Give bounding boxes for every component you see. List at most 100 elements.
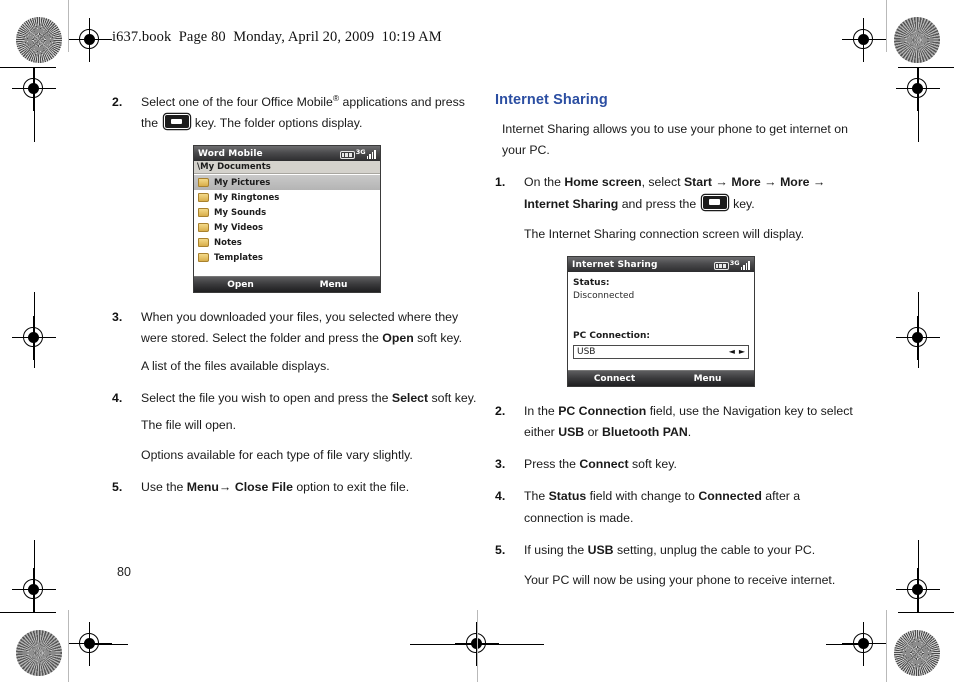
section-intro: Internet Sharing allows you to use your … (502, 122, 848, 158)
trim-mark-mid-left (34, 292, 36, 368)
battery-icon (339, 150, 355, 159)
folder-icon (198, 178, 209, 188)
step-text-part: , select (641, 175, 684, 190)
step-number: 4. (495, 489, 506, 504)
trim-mark-top-left (0, 67, 56, 69)
signal-icon (366, 149, 376, 159)
list-item[interactable]: Templates (194, 250, 380, 265)
3g-icon: 3G (355, 148, 366, 157)
softkey-right[interactable]: Menu (287, 280, 380, 290)
trim-mark-lower-right-v (918, 540, 920, 613)
softkey-bar: Connect Menu (568, 370, 754, 387)
list-item[interactable]: My Ringtones (194, 190, 380, 205)
step-text-part: Use the (141, 480, 187, 495)
step-number: 2. (495, 404, 506, 419)
step-item: 4. Select the file you wish to open and … (112, 388, 480, 466)
step-text: The Status field with change to Connecte… (524, 486, 863, 528)
step-text-bold: PC Connection (558, 404, 647, 419)
step-text-part: key. (729, 196, 755, 211)
screen-titlebar: Word Mobile 3G (194, 146, 380, 162)
softkey-left[interactable]: Open (194, 280, 287, 290)
left-column: 2. Select one of the four Office Mobile®… (112, 92, 480, 510)
step-text: Select the file you wish to open and pre… (141, 388, 480, 466)
step-number: 3. (495, 457, 506, 472)
list-item[interactable]: My Pictures (194, 175, 380, 191)
step-subtext: The file will open. (141, 417, 237, 432)
trim-mark-bottom-right (898, 612, 954, 614)
step-text-part: setting, unplug the cable to your PC. (613, 542, 816, 557)
step-text-part: Select the file you wish to open and pre… (141, 390, 392, 405)
step-subtext: A list of the files available displays. (141, 358, 330, 373)
spinner-left-arrow-icon[interactable]: ◄ (729, 348, 735, 356)
trim-mark-right-vertical (918, 67, 920, 142)
trim-mark-bottom-right-rule (826, 644, 864, 646)
internet-sharing-screenshot: Internet Sharing 3G Status: Disconnected… (567, 256, 755, 388)
print-guide-line-bottom-center (477, 610, 478, 682)
step-text: In the PC Connection field, use the Navi… (524, 401, 863, 443)
step-number: 1. (495, 175, 506, 190)
screen-body: Status: Disconnected PC Connection: USB … (568, 272, 754, 371)
running-header: i637.book Page 80 Monday, April 20, 2009… (112, 29, 442, 45)
step-text-bold: Connect (579, 457, 629, 472)
list-item[interactable]: My Sounds (194, 205, 380, 220)
step-text-bold: Start (683, 175, 712, 190)
signal-icon (740, 260, 750, 270)
step-text: On the Home screen, select Start → More … (524, 172, 863, 245)
step-subtext: Your PC will now be using your phone to … (524, 572, 836, 587)
list-item-label: My Pictures (214, 177, 271, 188)
folder-icon (198, 223, 209, 233)
right-column: Internet Sharing Internet Sharing allows… (495, 92, 863, 602)
step-text-part: The (524, 489, 549, 504)
arrow-glyph: → (764, 175, 777, 190)
trim-mark-left-vertical (34, 67, 36, 142)
registration-cross-top-left (68, 18, 112, 62)
list-item[interactable]: My Videos (194, 220, 380, 235)
step-text-bold: More (780, 175, 810, 190)
step-text-bold: Bluetooth PAN (601, 425, 688, 440)
step-text-part: soft key. (413, 331, 463, 346)
step-text-part: option to exit the file. (292, 480, 410, 495)
print-guide-line-bottom-left (68, 610, 69, 682)
folder-icon (198, 208, 209, 218)
trim-mark-lower-left-v (34, 540, 36, 613)
trim-mark-bottom-left (0, 612, 56, 614)
registration-mesh-top-right (894, 17, 940, 63)
print-guide-line-right (886, 0, 887, 52)
list-item-label: My Videos (214, 222, 264, 233)
list-item[interactable]: Notes (194, 235, 380, 250)
step-item: 3. Press the Connect soft key. (495, 454, 863, 475)
step-text-bold: USB (558, 425, 585, 440)
list-item-label: My Ringtones (214, 192, 280, 203)
step-item: 2. Select one of the four Office Mobile®… (112, 92, 480, 134)
registration-mesh-bottom-left (16, 630, 62, 676)
softkey-right[interactable]: Menu (661, 374, 754, 384)
status-value: Disconnected (573, 291, 635, 302)
step-text-bold: Close File (234, 480, 293, 495)
spinner-right-arrow-icon[interactable]: ► (739, 348, 745, 356)
step-text-bold: More (731, 175, 761, 190)
screen-title: Word Mobile (198, 148, 263, 159)
step-item: 3. When you downloaded your files, you s… (112, 307, 480, 376)
trim-mark-bottom-left-rule (90, 644, 128, 646)
softkey-left[interactable]: Connect (568, 374, 661, 384)
print-guide-line-left (68, 0, 69, 52)
battery-icon (713, 261, 729, 270)
step-text: If using the USB setting, unplug the cab… (524, 540, 863, 591)
step-number: 3. (112, 310, 123, 325)
folder-icon (198, 253, 209, 263)
step-text-bold: Connected (698, 489, 762, 504)
path-bar: \My Documents (194, 161, 380, 175)
step-number: 2. (112, 95, 123, 109)
step-text: Use the Menu→ Close File option to exit … (141, 477, 480, 499)
pc-connection-select[interactable]: USB ◄ ► (573, 345, 749, 360)
step-text: Select one of the four Office Mobile® ap… (141, 92, 480, 134)
spinner-arrows[interactable]: ◄ ► (729, 348, 745, 356)
step-text-part: Select one of the four Office Mobile (141, 95, 333, 109)
step-text-bold: Home screen (564, 175, 642, 190)
status-label: Status: (573, 278, 610, 289)
page-number: 80 (117, 565, 131, 579)
step-text-part: In the (524, 404, 559, 419)
arrow-glyph: → (218, 480, 232, 495)
step-item: 4. The Status field with change to Conne… (495, 486, 863, 528)
